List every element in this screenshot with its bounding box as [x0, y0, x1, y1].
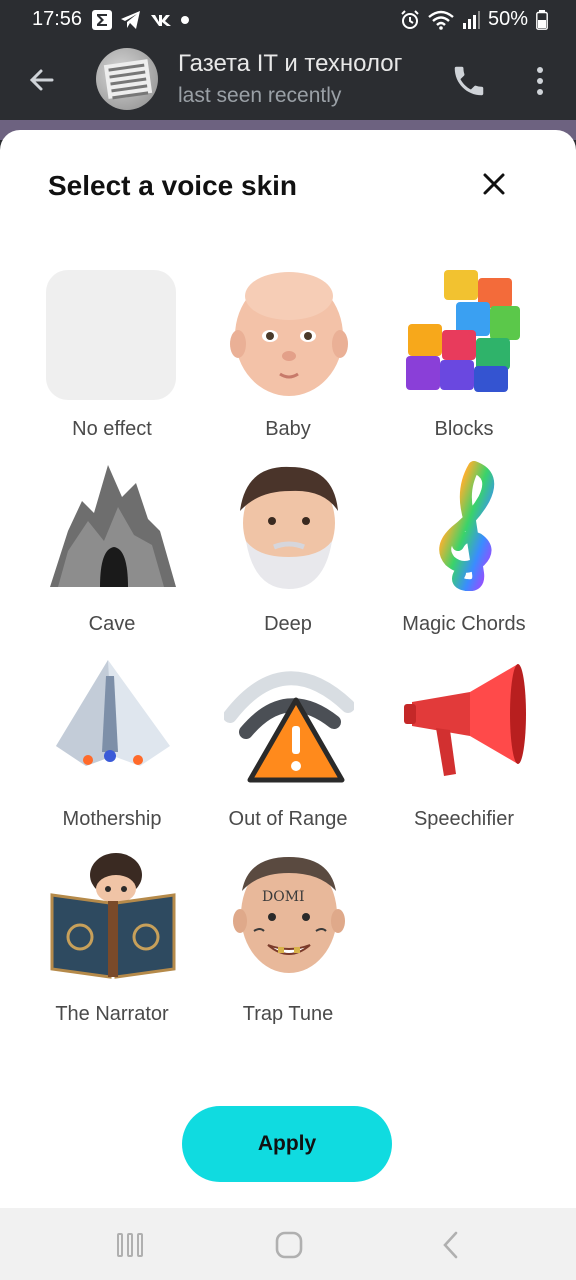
skin-trap-tune[interactable]: DOMI Trap Tune [200, 851, 376, 1041]
skin-label: Magic Chords [402, 613, 526, 635]
nav-back-icon[interactable] [440, 1230, 462, 1260]
voice-skin-sheet: Select a voice skin No effect Baby Block… [0, 130, 576, 1208]
skin-mothership[interactable]: Mothership [24, 656, 200, 846]
skin-the-narrator[interactable]: The Narrator [24, 851, 200, 1041]
dot-icon [181, 16, 189, 24]
chat-title[interactable]: Газета IT и технолог [178, 50, 434, 78]
chat-avatar[interactable] [96, 48, 158, 110]
skin-speechifier[interactable]: Speechifier [376, 656, 552, 846]
treble-clef-icon [439, 461, 495, 591]
status-time: 17:56 [32, 8, 83, 30]
tattooed-face-icon: DOMI [233, 857, 345, 973]
skin-no-effect[interactable]: No effect [24, 266, 200, 456]
status-system-icons: 50% [400, 8, 548, 31]
chat-status: last seen recently [178, 84, 342, 107]
skin-baby[interactable]: Baby [200, 266, 376, 456]
apply-button[interactable]: Apply [182, 1106, 392, 1182]
skin-label: Trap Tune [242, 1003, 334, 1025]
telegram-icon [121, 11, 140, 29]
baby-face-icon [230, 272, 348, 396]
sheet-title: Select a voice skin [48, 170, 298, 201]
warning-signal-icon [224, 671, 354, 783]
alarm-icon [401, 9, 419, 29]
cave-icon [50, 465, 176, 587]
blocks-icon [406, 270, 520, 392]
skin-label: Baby [265, 418, 311, 440]
skin-out-of-range[interactable]: Out of Range [200, 656, 376, 846]
svg-text:DOMI: DOMI [262, 889, 305, 905]
skin-label: No effect [72, 418, 152, 440]
skin-label: Cave [88, 613, 136, 635]
chat-header: Газета IT и технолог last seen recently [0, 40, 576, 120]
skin-magic-chords[interactable]: Magic Chords [376, 461, 552, 651]
sigma-app-icon [92, 10, 112, 30]
bearded-man-icon [240, 466, 338, 589]
skin-blocks[interactable]: Blocks [376, 266, 552, 456]
skin-cave[interactable]: Cave [24, 461, 200, 651]
system-nav-bar [0, 1208, 576, 1280]
more-options-icon[interactable] [528, 64, 552, 98]
narrator-book-icon [50, 853, 176, 979]
battery-percent: 50% [487, 8, 528, 30]
battery-icon [536, 9, 548, 30]
close-icon[interactable] [478, 168, 510, 200]
vk-icon [151, 15, 171, 26]
no-effect-thumbnail [46, 270, 176, 400]
status-bar: 17:56 50% [0, 0, 576, 40]
skin-label: Deep [264, 613, 312, 635]
skin-label: The Narrator [55, 1003, 169, 1025]
skin-label: Speechifier [413, 808, 515, 830]
home-icon[interactable] [274, 1230, 304, 1260]
phone-call-icon[interactable] [450, 62, 488, 100]
wifi-icon [428, 10, 454, 30]
skin-deep[interactable]: Deep [200, 461, 376, 651]
back-arrow-icon[interactable] [22, 60, 62, 100]
status-notification-icons [92, 10, 190, 30]
skin-label: Blocks [434, 418, 494, 440]
recent-apps-icon[interactable] [116, 1232, 144, 1258]
spaceship-icon [56, 660, 170, 766]
signal-icon [462, 10, 480, 29]
skin-label: Out of Range [228, 808, 348, 830]
megaphone-icon [404, 664, 526, 776]
newspaper-image [103, 59, 153, 100]
skin-label: Mothership [62, 808, 162, 830]
